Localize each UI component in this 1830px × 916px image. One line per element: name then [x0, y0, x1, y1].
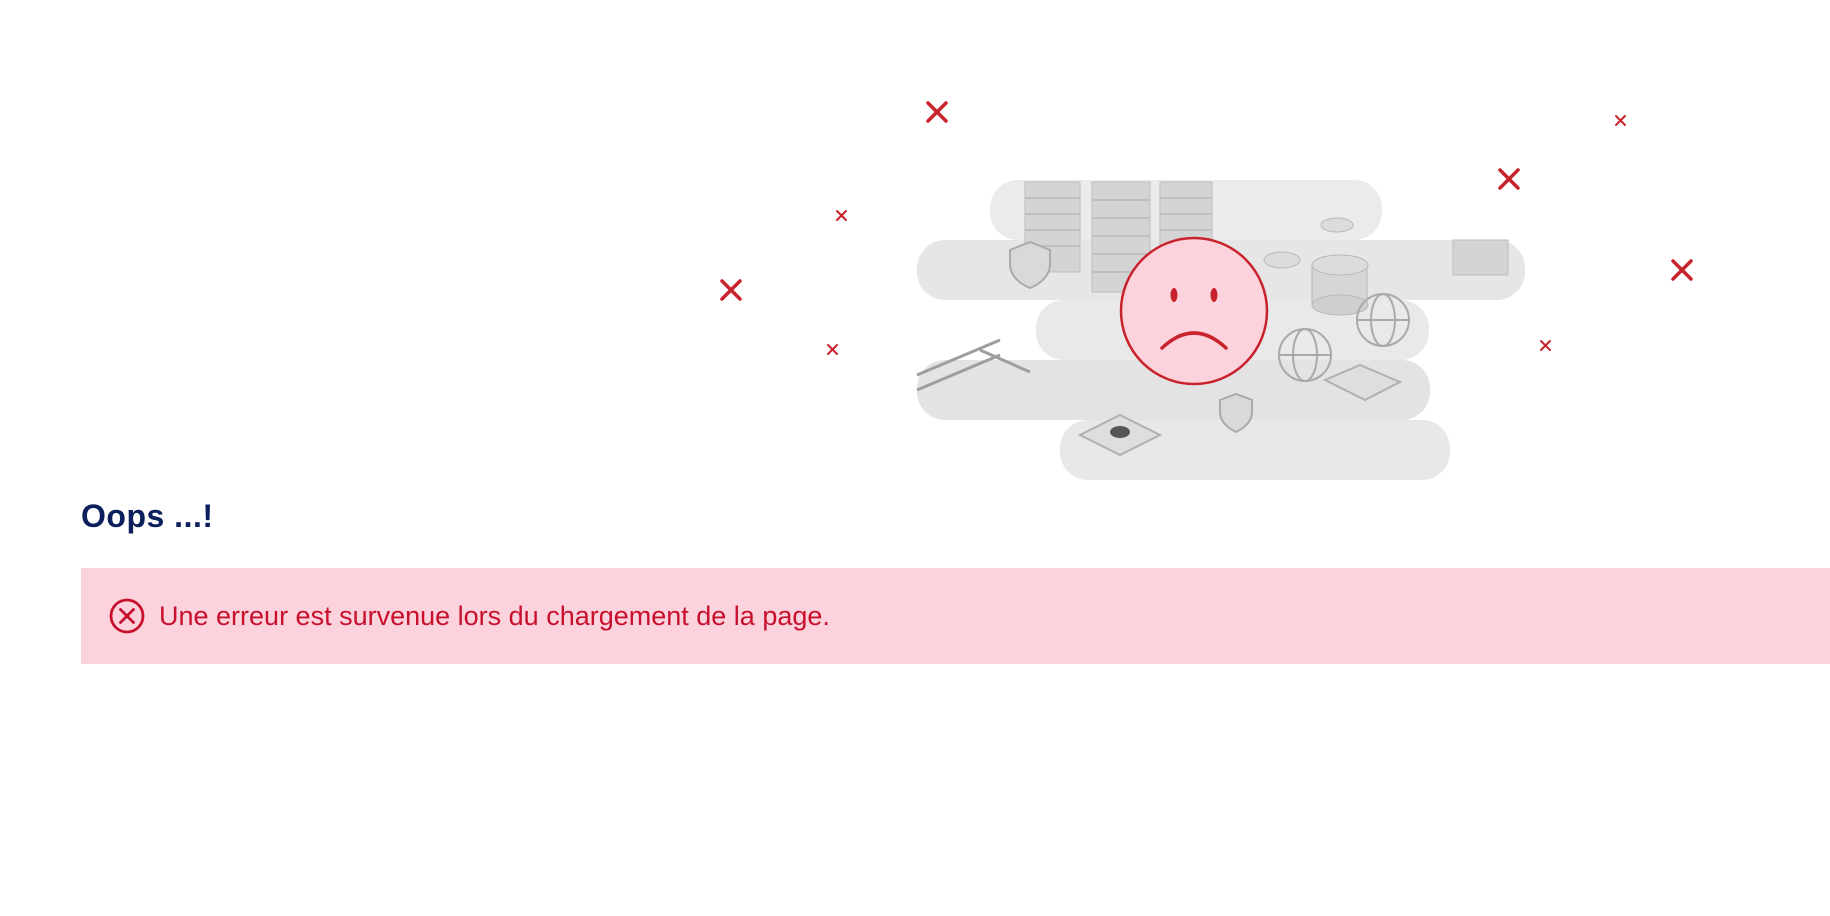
error-page: Oops ...! Une erreur est survenue lors d… — [0, 0, 1830, 916]
circle-x-icon — [109, 598, 145, 634]
cross-mark-icon — [1498, 168, 1520, 190]
error-alert: Une erreur est survenue lors du chargeme… — [81, 568, 1830, 664]
cross-mark-icon — [827, 344, 838, 355]
page-title: Oops ...! — [81, 498, 214, 534]
cross-mark-icon — [1671, 259, 1693, 281]
error-message: Une erreur est survenue lors du chargeme… — [159, 600, 830, 631]
cross-mark-icon — [836, 210, 847, 221]
error-illustration — [720, 101, 1693, 480]
cross-mark-icon — [1540, 340, 1551, 351]
cross-mark-icon — [1615, 115, 1626, 126]
cross-mark-icon — [926, 101, 948, 123]
sad-face-icon — [1119, 236, 1269, 386]
cross-mark-icon — [720, 279, 742, 301]
